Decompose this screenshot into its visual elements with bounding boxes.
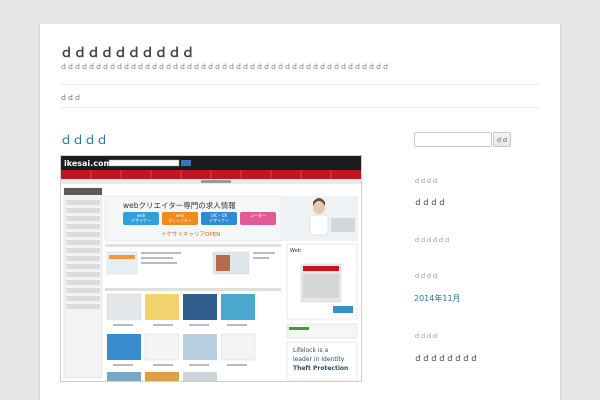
thumb-ad-line-2: leader in Identity [293,356,345,363]
search-input[interactable] [414,132,492,147]
site-description: ｄｄｄｄｄｄｄｄｄｄｄｄｄｄｄｄｄｄｄｄｄｄｄｄｄｄｄｄｄｄｄｄｄｄｄｄｄｄｄｄ… [60,63,389,71]
nav-divider [60,107,540,108]
widget-title-categories: ｄｄｄｄ [414,333,439,340]
widget-item-category[interactable]: ｄｄｄｄｄｄｄｄ [414,353,478,364]
nav-item-home[interactable]: ｄｄｄ [60,93,81,103]
thumb-banner-tag: コーダー [250,212,266,218]
header-divider [60,84,540,85]
widget-item-archive-month[interactable]: 2014年11月 [414,293,461,304]
widget-title-archives: ｄｄｄｄ [414,273,439,280]
widget-item-recent-post[interactable]: ｄｄｄｄ [414,197,446,208]
page-container: ｄｄｄｄｄｄｄｄｄｄ ｄｄｄｄｄｄｄｄｄｄｄｄｄｄｄｄｄｄｄｄｄｄｄｄｄｄｄｄｄ… [40,24,560,400]
post-title[interactable]: ｄｄｄｄ [60,131,108,148]
thumb-ad-line-3: Theft Protection [293,365,348,372]
widget-title-recent-posts: ｄｄｄｄ [414,178,439,185]
thumb-banner-tag: デザイナー [209,217,229,223]
thumb-banner-tag: ディレクター [168,217,192,223]
thumbnail-image: ikesai.com webクリエイター専門の求人情報 イケサイキャリアOPEN… [61,156,361,381]
search-button[interactable]: ｄｄ [493,132,511,147]
thumb-logo: ikesai.com [64,159,112,168]
thumb-right-head: Web [290,248,301,254]
thumb-ad-line-1: Lifelock is a [293,347,329,354]
thumb-banner-tag: デザイナー [131,217,151,223]
widget-title-recent-comments: ｄｄｄｄｄｄ [414,237,451,244]
thumb-banner-main: webクリエイター専門の求人情報 [123,200,236,210]
thumb-banner-sub: イケサイキャリアOPEN [161,231,220,238]
site-title[interactable]: ｄｄｄｄｄｄｄｄｄｄ [60,42,195,61]
post-thumbnail[interactable]: ikesai.com webクリエイター専門の求人情報 イケサイキャリアOPEN… [60,155,362,382]
